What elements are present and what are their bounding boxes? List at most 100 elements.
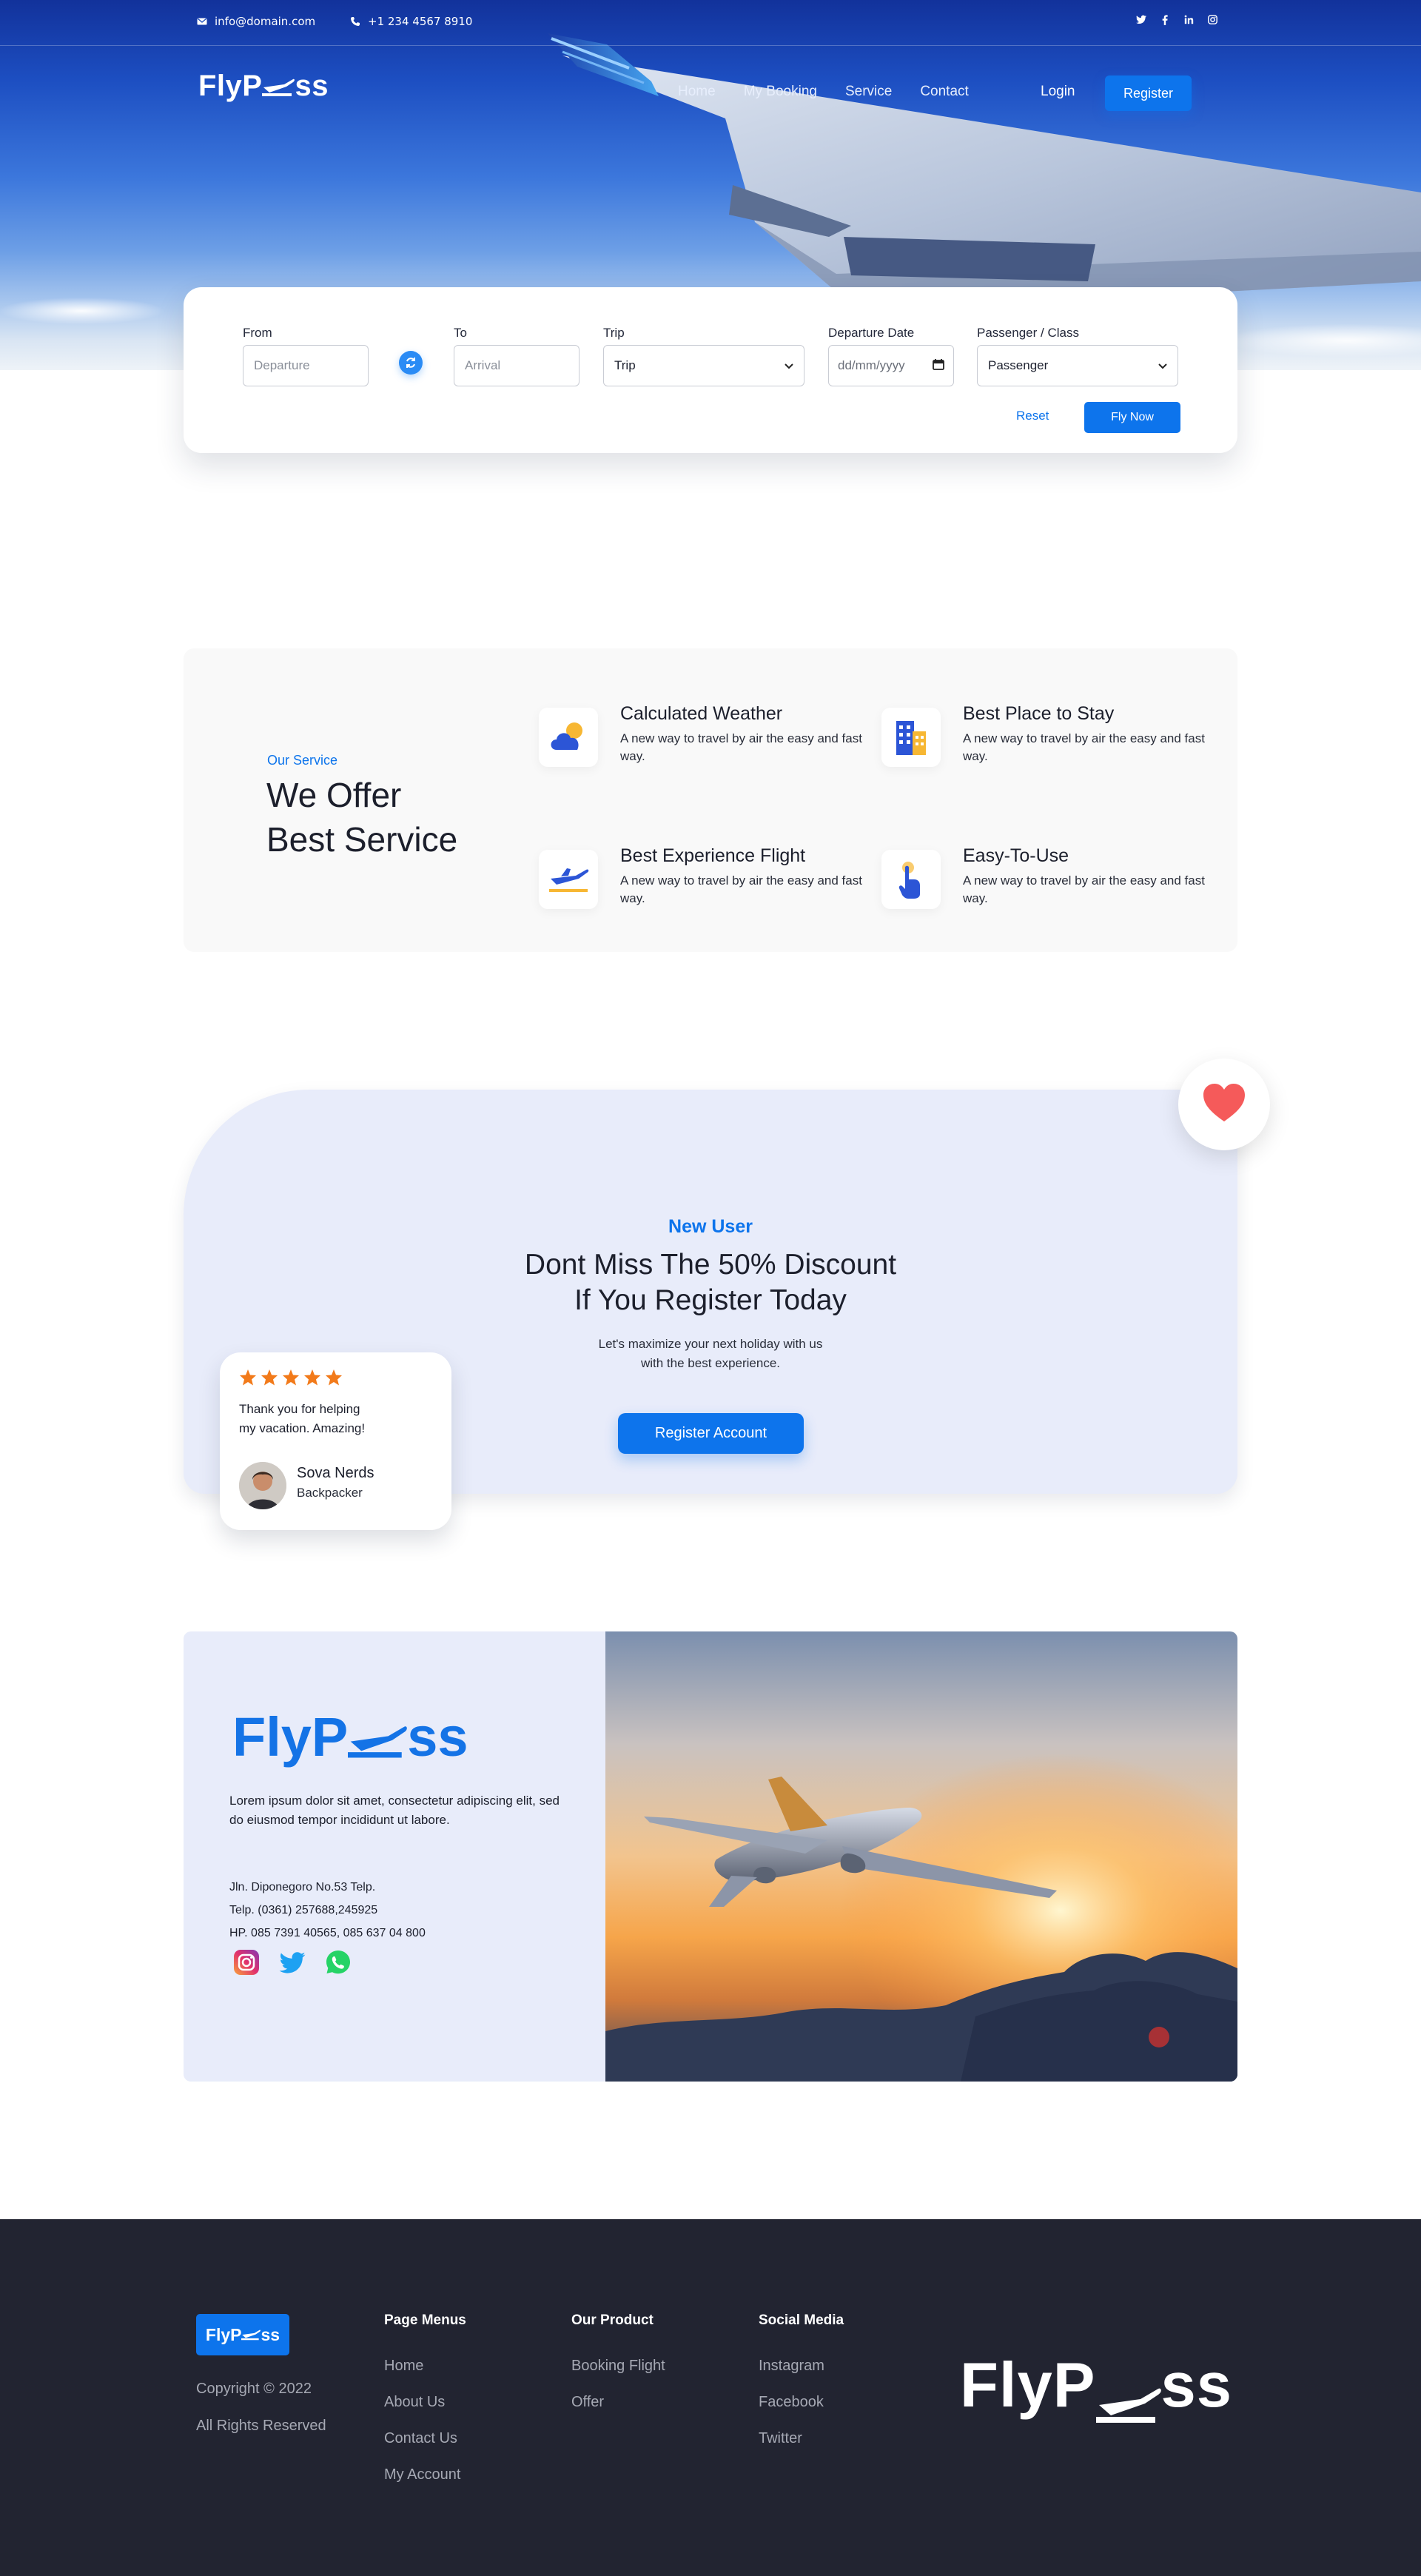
services-title-line2: Best Service [266, 820, 458, 859]
footer-copyright: Copyright © 2022 All Rights Reserved [196, 2370, 326, 2444]
footer-link-home[interactable]: Home [384, 2348, 466, 2384]
trip-field-group: Trip Trip [603, 326, 804, 386]
star-icon [261, 1369, 278, 1386]
phone-text: +1 234 4567 8910 [368, 15, 473, 28]
phone-contact[interactable]: +1 234 4567 8910 [350, 15, 472, 28]
trip-label: Trip [603, 326, 625, 340]
facebook-icon[interactable] [1160, 15, 1170, 28]
trip-select[interactable]: Trip [603, 345, 804, 386]
passenger-select[interactable]: Passenger [977, 345, 1178, 386]
airplane-sunset-image [605, 1631, 1237, 2082]
chevron-down-icon [785, 358, 793, 373]
footer-big-logo: FlyP ss [960, 2349, 1232, 2427]
services-title: We Offer Best Service [266, 773, 457, 862]
login-link[interactable]: Login [1041, 84, 1075, 100]
star-icon [240, 1369, 256, 1386]
plane-icon [539, 850, 598, 909]
twitter-icon[interactable] [1136, 15, 1146, 28]
footer-logo-prefix: FlyP [205, 2324, 242, 2344]
footer-link-contact-us[interactable]: Contact Us [384, 2421, 466, 2457]
discount-sub-line2: with the best experience. [640, 1356, 781, 1370]
service-title: Best Place to Stay [963, 703, 1115, 724]
whatsapp-icon[interactable] [324, 1948, 352, 1979]
about-social-links [232, 1948, 352, 1979]
instagram-icon[interactable] [1207, 15, 1217, 28]
footer-link-twitter[interactable]: Twitter [759, 2421, 844, 2457]
address-text: Jln. Diponegoro No.53 Telp. [229, 1881, 376, 1894]
top-social-links [1136, 15, 1217, 28]
footer-big-logo-prefix: FlyP [960, 2350, 1096, 2421]
discount-title: Dont Miss The 50% Discount If You Regist… [0, 1247, 1421, 1318]
brand-logo[interactable]: FlyP ss [198, 70, 329, 104]
date-label: Departure Date [828, 326, 915, 340]
testimonial-quote: Thank you for helping my vacation. Amazi… [239, 1400, 439, 1438]
telp-text: Telp. (0361) 257688,245925 [229, 1904, 378, 1916]
to-input[interactable]: Arrival [454, 345, 580, 386]
footer-link-offer[interactable]: Offer [571, 2384, 665, 2421]
trip-select-value: Trip [614, 358, 636, 372]
service-desc: A new way to travel by air the easy and … [963, 731, 1205, 763]
about-logo-suffix: ss [407, 1706, 468, 1768]
footer-column-title: Page Menus [384, 2312, 466, 2328]
nav-my-booking[interactable]: My Booking [744, 84, 817, 100]
star-icon [304, 1369, 320, 1386]
footer-link-about-us[interactable]: About Us [384, 2384, 466, 2421]
rights-text: All Rights Reserved [196, 2418, 326, 2434]
nav-contact[interactable]: Contact [920, 84, 968, 100]
about-description: Lorem ipsum dolor sit amet, consectetur … [229, 1794, 560, 1827]
footer-column-title: Social Media [759, 2312, 844, 2328]
footer-link-instagram[interactable]: Instagram [759, 2348, 844, 2384]
service-title: Calculated Weather [620, 703, 783, 724]
from-input[interactable]: Departure [243, 345, 369, 386]
service-desc: A new way to travel by air the easy and … [620, 873, 862, 905]
footer-big-logo-suffix: ss [1160, 2350, 1233, 2421]
about-logo-prefix: FlyP [232, 1706, 349, 1768]
phone-icon [350, 16, 360, 27]
footer-column-social-media: Social Media Instagram Facebook Twitter [759, 2312, 844, 2457]
logo-text-suffix: ss [295, 70, 329, 102]
linkedin-icon[interactable] [1183, 15, 1194, 28]
footer-link-booking-flight[interactable]: Booking Flight [571, 2348, 665, 2384]
plane-logo-icon [262, 71, 295, 104]
site-footer: FlyP ss Copyright © 2022 All Rights Reser… [0, 2219, 1421, 2576]
footer-column-our-product: Our Product Booking Flight Offer [571, 2312, 665, 2421]
date-input[interactable]: dd/mm/yyyy [828, 345, 954, 386]
date-placeholder: dd/mm/yyyy [838, 358, 905, 372]
testimonial-name: Sova Nerds [297, 1465, 374, 1481]
testimonial-role: Backpacker [297, 1486, 363, 1500]
fly-now-button[interactable]: Fly Now [1084, 402, 1180, 433]
swap-icon[interactable] [399, 351, 423, 375]
email-text: info@domain.com [215, 15, 316, 28]
service-desc: A new way to travel by air the easy and … [963, 873, 1205, 905]
mail-icon [197, 16, 207, 27]
twitter-icon[interactable] [278, 1948, 306, 1979]
top-info-bar: info@domain.com +1 234 4567 8910 [0, 0, 1421, 46]
footer-logo[interactable]: FlyP ss [196, 2314, 289, 2355]
instagram-icon[interactable] [232, 1948, 261, 1979]
passenger-label: Passenger / Class [977, 326, 1079, 340]
flight-search-card: From Departure To Arrival Trip Trip Depa… [184, 287, 1237, 453]
hp-text: HP. 085 7391 40565, 085 637 04 800 [229, 1927, 426, 1939]
favorite-heart-button[interactable] [1178, 1059, 1270, 1150]
footer-link-facebook[interactable]: Facebook [759, 2384, 844, 2421]
footer-link-my-account[interactable]: My Account [384, 2457, 466, 2493]
register-button[interactable]: Register [1105, 76, 1192, 111]
logo-text-prefix: FlyP [198, 70, 263, 102]
email-contact[interactable]: info@domain.com [197, 15, 315, 28]
service-title: Best Experience Flight [620, 845, 806, 866]
to-label: To [454, 326, 467, 340]
date-field-group: Departure Date dd/mm/yyyy [828, 326, 954, 386]
discount-sub-line1: Let's maximize your next holiday with us [598, 1337, 823, 1351]
passenger-field-group: Passenger / Class Passenger [977, 326, 1178, 386]
register-account-button[interactable]: Register Account [618, 1413, 804, 1454]
nav-home[interactable]: Home [678, 84, 716, 100]
services-kicker: Our Service [267, 753, 338, 768]
main-nav: Home My Booking Service Contact [678, 84, 969, 100]
reset-button[interactable]: Reset [1016, 409, 1049, 423]
nav-service[interactable]: Service [845, 84, 892, 100]
about-contact-info: Jln. Diponegoro No.53 Telp. Telp. (0361)… [229, 1876, 570, 1945]
heart-icon [1202, 1083, 1246, 1126]
quote-line2: my vacation. Amazing! [239, 1421, 366, 1435]
footer-column-title: Our Product [571, 2312, 654, 2328]
weather-icon [539, 708, 598, 767]
